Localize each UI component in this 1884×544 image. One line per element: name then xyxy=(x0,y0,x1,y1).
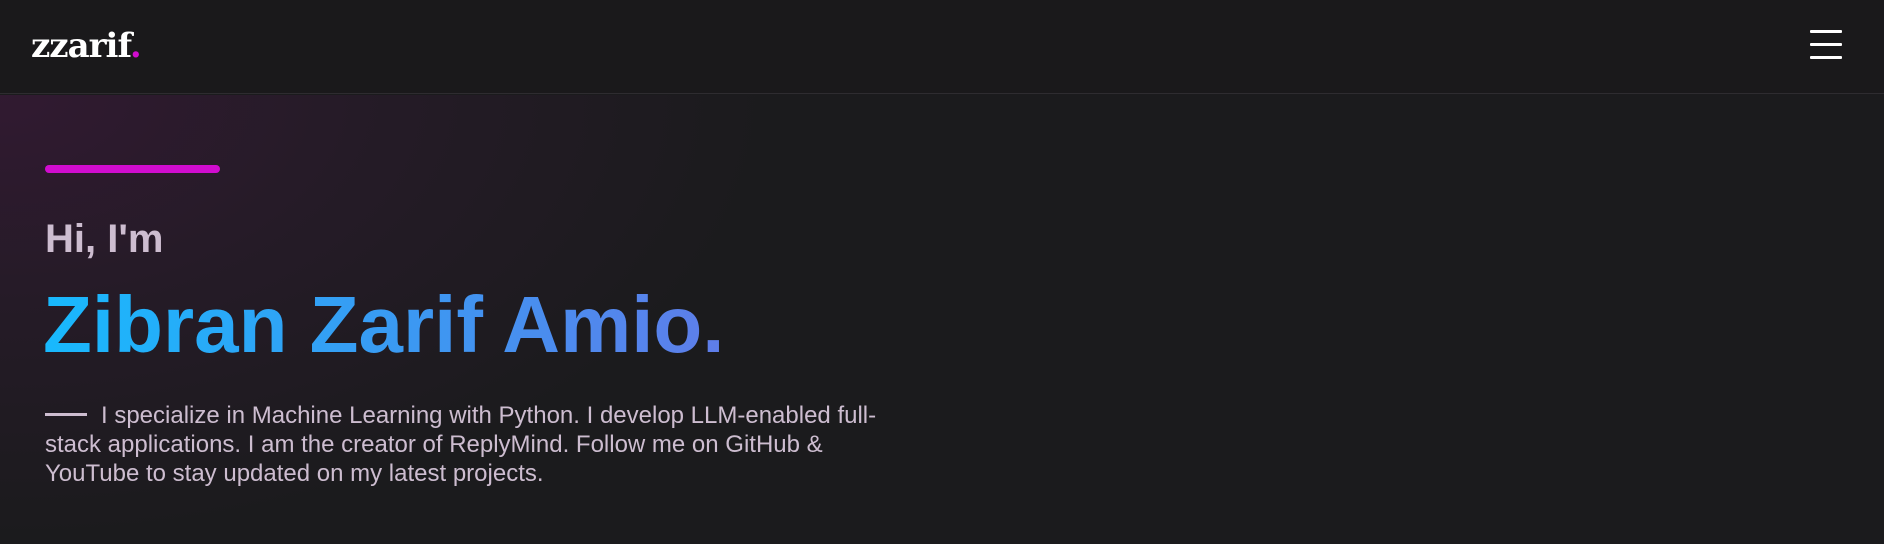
logo-text: zzarif xyxy=(31,26,131,66)
hero-section: Hi, I'm Zibran Zarif Amio. I specialize … xyxy=(0,95,1884,544)
menu-line xyxy=(1810,56,1842,59)
navbar: zzarif. xyxy=(0,0,1884,94)
hero-intro: I specialize in Machine Learning with Py… xyxy=(45,401,885,488)
hero-intro-text: I specialize in Machine Learning with Py… xyxy=(45,402,877,487)
accent-bar xyxy=(45,165,220,173)
site-logo[interactable]: zzarif. xyxy=(31,24,142,68)
hamburger-menu-icon[interactable] xyxy=(1808,28,1844,62)
intro-dash xyxy=(45,413,87,417)
menu-line xyxy=(1810,43,1842,46)
menu-line xyxy=(1810,30,1842,33)
hero-name: Zibran Zarif Amio. xyxy=(43,277,725,373)
hero-greeting: Hi, I'm xyxy=(45,217,164,261)
logo-dot: . xyxy=(129,26,142,66)
